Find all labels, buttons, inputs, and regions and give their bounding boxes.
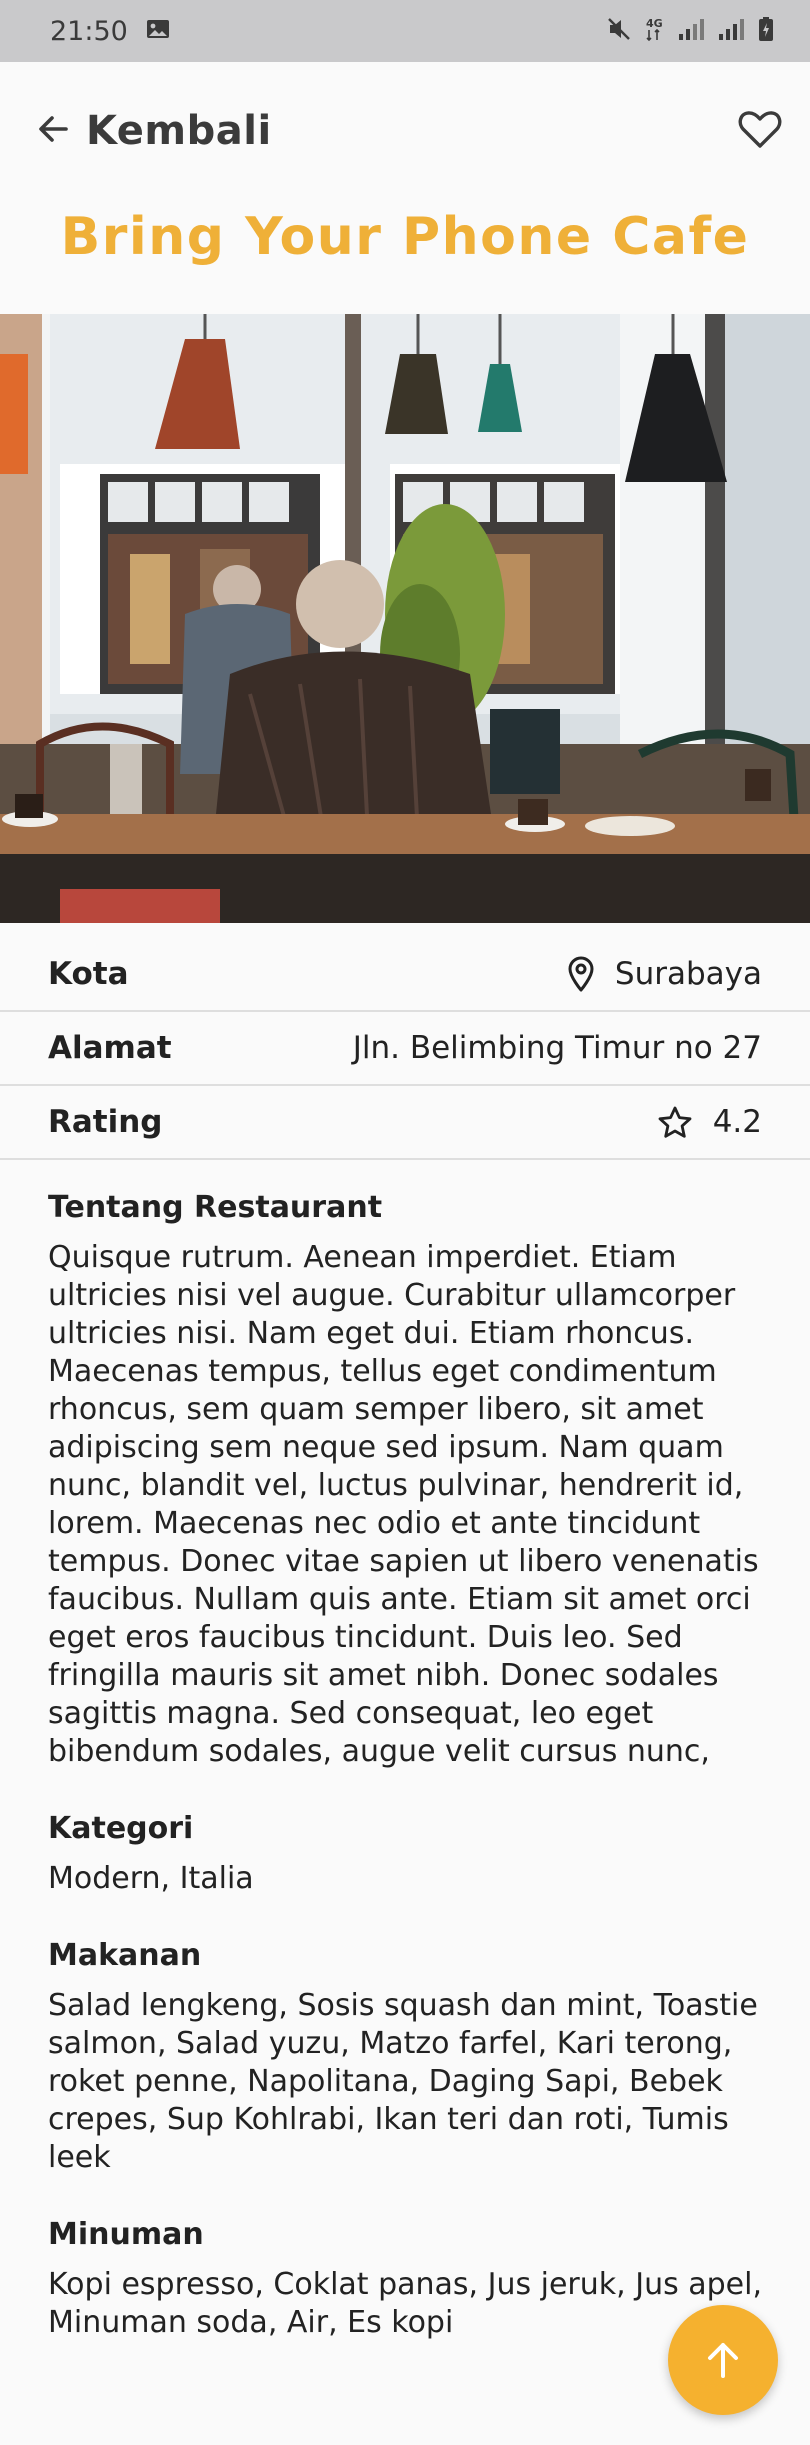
alamat-row: Alamat Jln. Belimbing Timur no 27	[0, 1012, 810, 1086]
heart-outline-icon	[738, 111, 782, 148]
mute-icon	[606, 16, 632, 46]
minuman-text: Kopi espresso, Coklat panas, Jus jeruk, …	[48, 2267, 763, 2340]
back-button[interactable]: Kembali	[36, 108, 272, 154]
kota-value: Surabaya	[614, 956, 762, 992]
star-outline-icon	[658, 1106, 692, 1138]
back-label: Kembali	[86, 108, 272, 154]
kota-label: Kota	[48, 956, 129, 992]
rating-label: Rating	[48, 1104, 163, 1140]
network-4g-icon: 4G	[644, 16, 666, 46]
gallery-icon	[146, 19, 170, 43]
about-text: Quisque rutrum. Aenean imperdiet. Etiam …	[48, 1240, 759, 1769]
page-title: Bring Your Phone Cafe	[60, 207, 750, 267]
arrow-up-icon	[708, 2343, 738, 2378]
minuman-heading: Minuman	[48, 2217, 204, 2252]
arrow-left-icon	[36, 112, 70, 150]
about-heading: Tentang Restaurant	[48, 1190, 383, 1225]
map-pin-icon	[568, 956, 594, 992]
rating-row: Rating 4.2	[0, 1086, 810, 1160]
kategori-text: Modern, Italia	[48, 1861, 254, 1896]
makanan-text: Salad lengkeng, Sosis squash dan mint, T…	[48, 1988, 758, 2175]
signal-icon	[678, 17, 706, 45]
app-bar: Kembali	[0, 62, 810, 200]
battery-icon	[758, 16, 774, 46]
favorite-button[interactable]	[738, 109, 782, 153]
kategori-heading: Kategori	[48, 1811, 194, 1846]
kota-row: Kota Surabaya	[0, 938, 810, 1012]
rating-value: 4.2	[712, 1104, 762, 1140]
restaurant-details: Tentang Restaurant Quisque rutrum. Aenea…	[48, 1190, 768, 2382]
status-time: 21:50	[50, 15, 128, 47]
svg-text:4G: 4G	[646, 17, 663, 30]
restaurant-image	[0, 314, 810, 923]
signal-icon-2	[718, 17, 746, 45]
makanan-heading: Makanan	[48, 1938, 202, 1973]
alamat-label: Alamat	[48, 1030, 172, 1066]
status-bar: 21:50 4G	[0, 0, 810, 62]
alamat-value: Jln. Belimbing Timur no 27	[352, 1030, 762, 1066]
scroll-to-top-button[interactable]	[668, 2305, 778, 2415]
